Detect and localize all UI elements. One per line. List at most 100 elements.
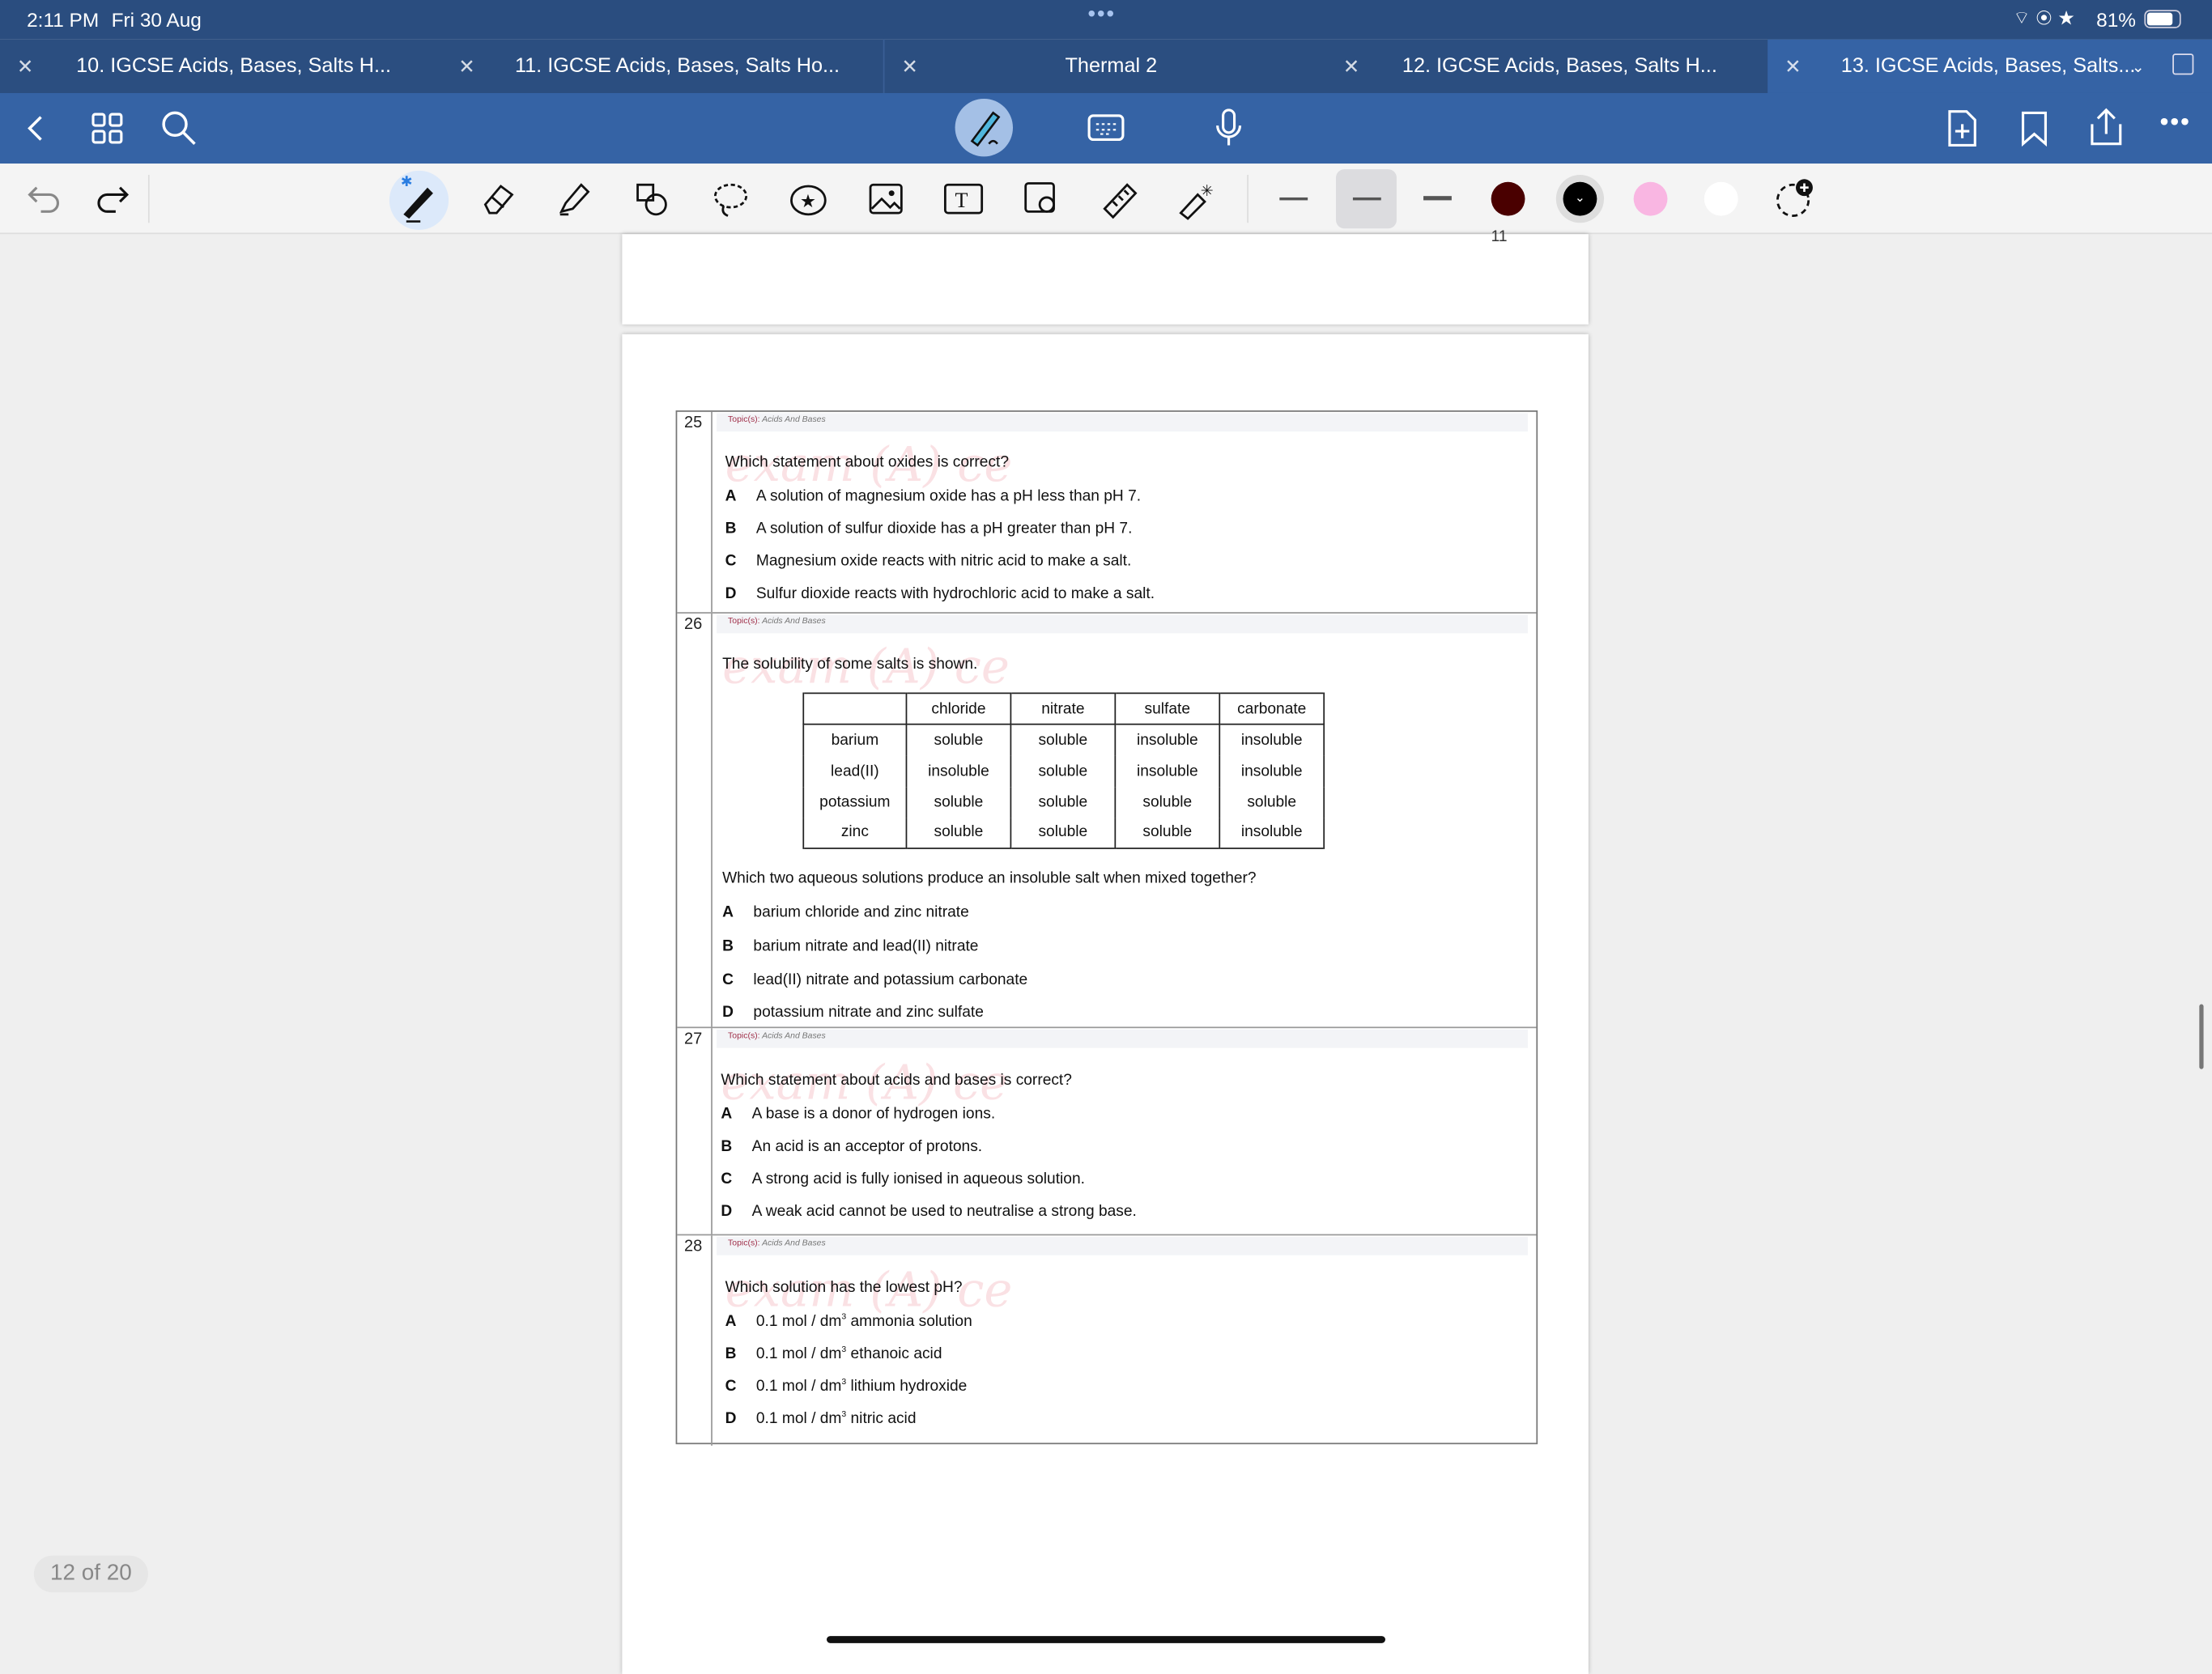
option-text: A solution of sulfur dioxide has a pH gr…: [755, 520, 1133, 537]
option-letter: C: [725, 1378, 737, 1396]
microphone-icon[interactable]: [1214, 108, 1243, 148]
stroke-thick-option[interactable]: [1423, 196, 1452, 201]
option-letter: B: [725, 520, 737, 537]
question-stem: The solubility of some salts is shown.: [722, 656, 978, 673]
option-text: nitric acid: [850, 1410, 917, 1428]
annotation-toolbar: ✱ ★ T ✳ ⌄: [0, 164, 2212, 235]
concentration-unit: 0.1 mol / dm: [755, 1313, 842, 1331]
chevron-down-icon[interactable]: ⌄: [2132, 57, 2145, 75]
table-cell: soluble: [1114, 786, 1221, 818]
option-letter: B: [721, 1138, 733, 1155]
back-chevron-icon[interactable]: [23, 113, 51, 143]
ruler-icon[interactable]: [1100, 181, 1140, 220]
topic-label: Topic(s): Acids And Bases: [717, 413, 1528, 432]
svg-text:★: ★: [800, 190, 816, 211]
question-number: 28: [684, 1238, 703, 1256]
option-text: potassium nitrate and zinc sulfate: [753, 1004, 984, 1022]
topic-prefix: Topic(s):: [728, 415, 760, 425]
table-row: barium soluble soluble insoluble insoluble: [802, 724, 1325, 756]
stroke-medium-option-selected[interactable]: [1336, 169, 1397, 229]
previous-page: 11: [622, 228, 1589, 325]
chevron-down-icon: ⌄: [1563, 181, 1597, 216]
question-26: 26 Topic(s): Acids And Bases exam (A) ce…: [677, 612, 1537, 1027]
close-icon[interactable]: ✕: [901, 54, 917, 79]
undo-icon[interactable]: [25, 184, 62, 215]
tab-1[interactable]: ✕ 10. IGCSE Acids, Bases, Salts H...: [0, 40, 441, 93]
option-text: A strong acid is fully ionised in aqueou…: [751, 1171, 1085, 1188]
close-icon[interactable]: ✕: [1784, 54, 1801, 79]
add-color-icon[interactable]: [1773, 176, 1819, 222]
redo-icon[interactable]: [95, 184, 131, 215]
color-pink-swatch[interactable]: [1633, 181, 1668, 216]
divider: [711, 613, 713, 1027]
tab-3[interactable]: ✕ Thermal 2: [883, 39, 1326, 93]
tab-label: 11. IGCSE Acids, Bases, Salts Ho...: [514, 54, 840, 78]
table-cell: soluble: [1219, 786, 1325, 818]
option-text: barium nitrate and lead(II) nitrate: [753, 937, 979, 955]
tab-5-active[interactable]: ✕ 13. IGCSE Acids, Bases, Salts... ⌄: [1767, 39, 2212, 93]
text-tool-icon[interactable]: T: [942, 181, 985, 217]
zoom-image-icon[interactable]: [1023, 179, 1062, 219]
pen-tool-button[interactable]: ✱: [389, 170, 449, 231]
table-header: sulfate: [1114, 693, 1221, 725]
topic-label: Topic(s): Acids And Bases: [717, 1029, 1528, 1048]
table-header: nitrate: [1010, 693, 1117, 725]
table-cell: insoluble: [1219, 724, 1325, 756]
color-dark-red-swatch[interactable]: [1491, 181, 1525, 216]
solubility-table: chloride nitrate sulfate carbonate barium sol…: [802, 692, 1325, 849]
home-indicator[interactable]: [827, 1636, 1385, 1643]
pen-mode-button[interactable]: [955, 98, 1014, 157]
color-black-swatch-selected[interactable]: ⌄: [1555, 175, 1605, 223]
wifi-icon: ⌔ ◉ ★: [2013, 6, 2075, 28]
keyboard-icon[interactable]: [1087, 114, 1125, 142]
table-cell: insoluble: [1114, 724, 1221, 756]
shapes-icon[interactable]: [633, 181, 673, 220]
option-letter: D: [721, 1203, 733, 1221]
table-cell: soluble: [905, 786, 1012, 818]
table-cell: soluble: [905, 817, 1012, 849]
topic-value: Acids And Bases: [762, 1239, 826, 1248]
share-icon[interactable]: [2088, 107, 2125, 147]
stroke-thin-option[interactable]: [1279, 197, 1308, 200]
close-icon[interactable]: ✕: [17, 54, 33, 79]
eraser-icon[interactable]: [479, 181, 516, 217]
close-icon[interactable]: ✕: [458, 54, 474, 79]
add-page-icon[interactable]: [1946, 108, 1977, 148]
grid-icon[interactable]: [91, 112, 125, 146]
exponent: 3: [841, 1378, 847, 1387]
split-view-icon[interactable]: [2172, 53, 2194, 75]
option-text: A weak acid cannot be used to neutralise…: [751, 1203, 1137, 1221]
divider: [711, 411, 713, 613]
date: Fri 30 Aug: [111, 8, 202, 32]
bookmark-icon[interactable]: [2020, 110, 2048, 147]
sticker-icon[interactable]: ★: [789, 181, 828, 220]
time: 2:11 PM: [27, 8, 100, 32]
question-27: 27 Topic(s): Acids And Bases exam (A) ce…: [677, 1026, 1537, 1234]
lasso-icon[interactable]: [711, 181, 751, 220]
tab-2[interactable]: ✕ 11. IGCSE Acids, Bases, Salts Ho...: [441, 40, 883, 93]
option-letter: B: [722, 937, 734, 955]
close-icon[interactable]: ✕: [1343, 54, 1359, 79]
laser-pointer-icon[interactable]: ✳: [1175, 179, 1217, 221]
multitask-dots-icon[interactable]: •••: [1087, 2, 1116, 28]
highlighter-icon[interactable]: [555, 181, 592, 217]
concentration-unit: 0.1 mol / dm: [755, 1345, 842, 1363]
option-text: A solution of magnesium oxide has a pH l…: [755, 487, 1142, 505]
tab-4[interactable]: ✕ 12. IGCSE Acids, Bases, Salts H...: [1326, 40, 1767, 93]
svg-text:✳: ✳: [1201, 183, 1214, 200]
image-icon[interactable]: [868, 181, 904, 217]
option-text: barium chloride and zinc nitrate: [753, 903, 969, 921]
tab-label: Thermal 2: [1065, 54, 1158, 78]
question-number: 26: [684, 616, 703, 634]
topic-label: Topic(s): Acids And Bases: [717, 614, 1528, 634]
option-text: A base is a donor of hydrogen ions.: [751, 1106, 996, 1123]
option-letter: A: [722, 903, 734, 921]
table-cell: insoluble: [1219, 817, 1325, 849]
question-number: 27: [684, 1030, 703, 1048]
search-icon[interactable]: [161, 110, 198, 147]
color-white-swatch[interactable]: [1704, 181, 1738, 216]
scrollbar[interactable]: [2199, 1004, 2204, 1069]
table-header: chloride: [905, 693, 1012, 725]
more-icon[interactable]: •••: [2160, 107, 2191, 137]
option-text: lithium hydroxide: [850, 1378, 968, 1396]
